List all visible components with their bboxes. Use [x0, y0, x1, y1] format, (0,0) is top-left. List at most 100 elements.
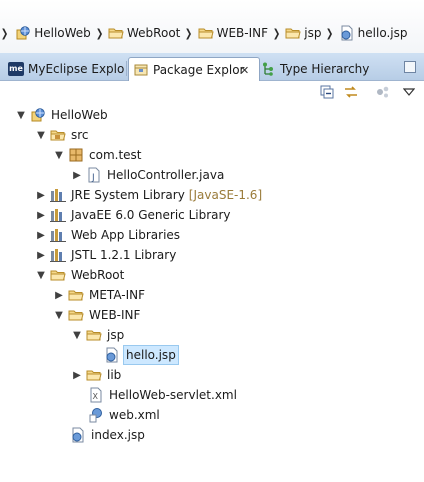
breadcrumb-label: HelloWeb	[34, 26, 91, 40]
tree-item-label: WebRoot	[71, 268, 125, 282]
tab-myeclipse-explorer[interactable]: me MyEclipse Explo	[4, 57, 126, 80]
collapsed-chevron-icon[interactable]: ▶	[70, 368, 84, 382]
tree-item-label: JRE System Library	[71, 188, 185, 202]
view-menu-button[interactable]	[400, 85, 418, 101]
tree-item-label: HelloWeb-servlet.xml	[109, 388, 237, 402]
tree-item-label: web.xml	[109, 408, 160, 422]
breadcrumb-label: WEB-INF	[216, 26, 269, 40]
expanded-chevron-icon[interactable]: ▼	[52, 148, 66, 162]
tree-item-helloweb[interactable]: ▼ HelloWeb	[14, 105, 107, 125]
tree-item-hello-jsp[interactable]: hello.jsp	[104, 345, 179, 365]
tree-item-helloweb-servlet-xml[interactable]: X HelloWeb-servlet.xml	[88, 385, 237, 405]
library-icon	[50, 187, 66, 203]
tree-item-label: jsp	[107, 328, 125, 342]
breadcrumb-separator-icon: ❯	[0, 26, 9, 40]
folder-icon	[68, 287, 84, 303]
breadcrumb-item-hello-jsp[interactable]: hello.jsp	[339, 25, 408, 41]
tree-item-label: com.test	[89, 148, 142, 162]
view-toolbar	[0, 81, 424, 105]
collapsed-chevron-icon[interactable]: ▶	[34, 188, 48, 202]
tree-item-label: JavaEE 6.0 Generic Library	[71, 208, 231, 222]
breadcrumb-separator-icon: ❯	[272, 26, 281, 40]
breadcrumb-item-web-inf[interactable]: WEB-INF	[198, 25, 268, 41]
collapse-all-icon	[320, 85, 334, 102]
tab-label: Type Hierarchy	[280, 61, 370, 76]
tree-item-label: src	[71, 128, 89, 142]
tree-item-javaee-library[interactable]: ▶ JavaEE 6.0 Generic Library	[34, 205, 231, 225]
tab-label: Package Explor	[153, 62, 245, 77]
expanded-chevron-icon[interactable]: ▼	[52, 308, 66, 322]
tree-item-jsp-folder[interactable]: ▼ jsp	[70, 325, 124, 345]
collapsed-chevron-icon[interactable]: ▶	[34, 208, 48, 222]
web-project-icon	[30, 107, 46, 123]
collapsed-chevron-icon[interactable]: ▶	[34, 248, 48, 262]
web-project-icon	[15, 25, 31, 41]
tree-item-web-xml[interactable]: web.xml	[88, 405, 160, 425]
svg-text:J: J	[91, 173, 95, 183]
jsp-file-icon	[104, 347, 120, 363]
tree-item-src[interactable]: ▼ src	[34, 125, 89, 145]
folder-open-icon	[68, 307, 84, 323]
collapsed-chevron-icon[interactable]: ▶	[34, 228, 48, 242]
breadcrumb-label: hello.jsp	[357, 26, 408, 40]
tree-item-label: META-INF	[89, 288, 146, 302]
expanded-chevron-icon[interactable]: ▼	[70, 328, 84, 342]
xml-file-icon: X	[88, 387, 104, 403]
package-explorer-icon	[133, 62, 149, 78]
svg-text:X: X	[93, 392, 99, 401]
tree-item-label: JSTL 1.2.1 Library	[71, 248, 177, 262]
focus-button[interactable]	[374, 85, 392, 101]
tree-item-lib[interactable]: ▶ lib	[70, 365, 121, 385]
tree-item-label: WEB-INF	[89, 308, 141, 322]
source-folder-icon	[50, 127, 66, 143]
minimize-icon[interactable]	[404, 61, 416, 73]
collapsed-chevron-icon[interactable]: ▶	[70, 168, 84, 182]
folder-icon	[285, 25, 301, 41]
link-with-editor-button[interactable]	[342, 85, 360, 101]
breadcrumb-label: WebRoot	[127, 26, 181, 40]
expanded-chevron-icon[interactable]: ▼	[14, 108, 28, 122]
jsp-file-icon	[339, 25, 355, 41]
tree-item-label: HelloController.java	[107, 168, 225, 182]
folder-icon	[86, 367, 102, 383]
breadcrumb-separator-icon: ❯	[95, 26, 104, 40]
tree-item-meta-inf[interactable]: ▶ META-INF	[52, 285, 145, 305]
jsp-file-icon	[70, 427, 86, 443]
tree-item-jstl-library[interactable]: ▶ JSTL 1.2.1 Library	[34, 245, 176, 265]
folder-icon	[108, 25, 124, 41]
myeclipse-icon: me	[8, 61, 24, 76]
tree-item-hellocontroller-java[interactable]: ▶ J HelloController.java	[70, 165, 224, 185]
folder-open-icon	[86, 327, 102, 343]
tree-item-web-app-libraries[interactable]: ▶ Web App Libraries	[34, 225, 180, 245]
breadcrumb-separator-icon: ❯	[326, 26, 334, 40]
view-tab-bar: me MyEclipse Explo Package Explor ✕ Type…	[0, 53, 424, 81]
tab-label: MyEclipse Explo	[28, 61, 125, 76]
tab-divider	[126, 61, 127, 76]
breadcrumb-label: jsp	[304, 26, 322, 40]
library-icon	[50, 227, 66, 243]
breadcrumb: ❯ HelloWeb ❯ WebRoot ❯ WEB-INF ❯ jsp ❯ h…	[0, 23, 407, 43]
tree-item-decoration: [JavaSE-1.6]	[188, 188, 263, 202]
tree-item-webroot[interactable]: ▼ WebRoot	[34, 265, 124, 285]
tree-item-label: hello.jsp	[123, 345, 179, 365]
package-icon	[68, 147, 84, 163]
library-icon	[50, 247, 66, 263]
close-icon[interactable]: ✕	[240, 64, 249, 77]
tree-item-index-jsp[interactable]: index.jsp	[70, 425, 145, 445]
tree-item-jre-system-library[interactable]: ▶ JRE System Library [JavaSE-1.6]	[34, 185, 262, 205]
web-xml-icon	[88, 407, 104, 423]
breadcrumb-item-helloweb[interactable]: HelloWeb	[13, 25, 91, 41]
tree-item-label: Web App Libraries	[71, 228, 181, 242]
collapsed-chevron-icon[interactable]: ▶	[52, 288, 66, 302]
breadcrumb-bar: ❯ HelloWeb ❯ WebRoot ❯ WEB-INF ❯ jsp ❯ h…	[0, 0, 424, 54]
library-icon	[50, 207, 66, 223]
tab-type-hierarchy[interactable]: Type Hierarchy	[256, 57, 400, 80]
expanded-chevron-icon[interactable]: ▼	[34, 128, 48, 142]
breadcrumb-item-webroot[interactable]: WebRoot	[108, 25, 180, 41]
tree-item-com-test[interactable]: ▼ com.test	[52, 145, 142, 165]
breadcrumb-item-jsp[interactable]: jsp	[285, 25, 321, 41]
collapse-all-button[interactable]	[318, 85, 336, 101]
expanded-chevron-icon[interactable]: ▼	[34, 268, 48, 282]
tree-item-web-inf[interactable]: ▼ WEB-INF	[52, 305, 140, 325]
focus-icon	[375, 85, 391, 102]
